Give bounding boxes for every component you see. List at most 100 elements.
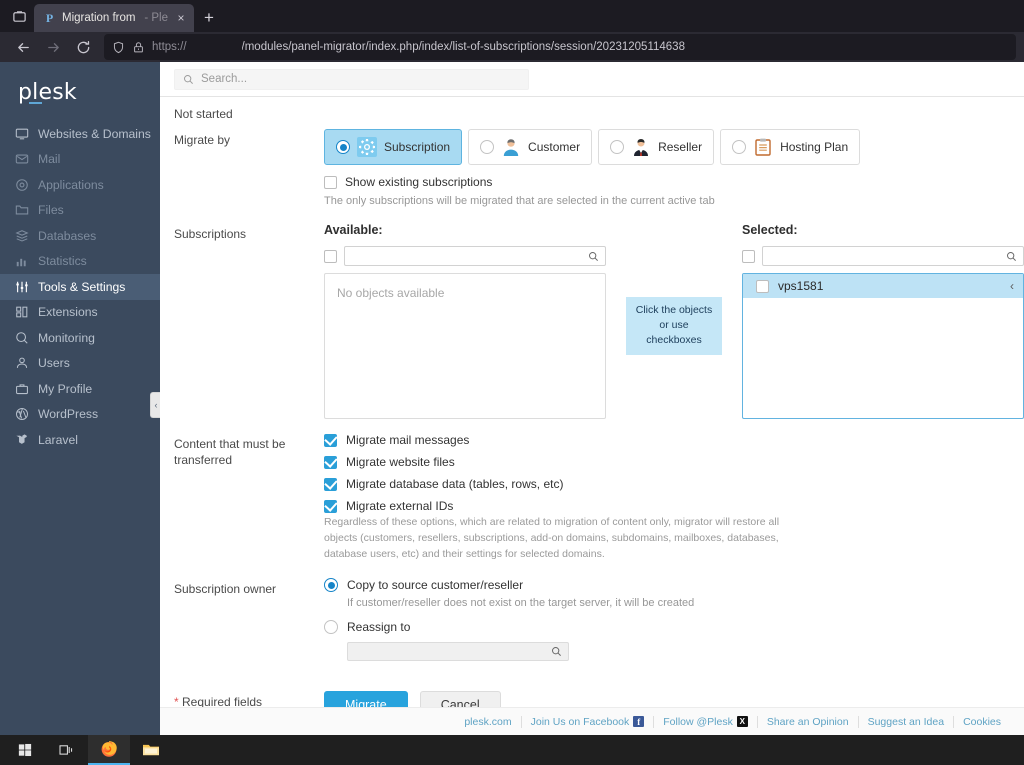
url-bar[interactable]: https:// /modules/panel-migrator/index.p… bbox=[104, 34, 1016, 60]
sidebar-item-tools-settings[interactable]: Tools & Settings bbox=[0, 274, 160, 300]
tooltip-line: checkboxes bbox=[646, 334, 702, 347]
content-option-website-files[interactable]: Migrate website files bbox=[324, 455, 1024, 469]
content-option-database[interactable]: Migrate database data (tables, rows, etc… bbox=[324, 477, 1024, 491]
back-button[interactable] bbox=[8, 34, 38, 60]
owner-option-reassign[interactable]: Reassign to bbox=[324, 620, 1024, 635]
browser-window: P Migration from - Ple × + https:// /mod… bbox=[0, 0, 1024, 765]
sidebar-item-websites-domains[interactable]: Websites & Domains bbox=[0, 121, 160, 147]
search-icon bbox=[589, 251, 598, 261]
available-panel: Available: No objects available bbox=[324, 223, 606, 419]
search-input[interactable]: Search... bbox=[174, 68, 529, 90]
radio-icon bbox=[324, 620, 338, 635]
sidebar-item-label: Extensions bbox=[38, 305, 98, 320]
footer-link-share-opinion[interactable]: Share an Opinion bbox=[756, 715, 858, 728]
owner-option-copy[interactable]: Copy to source customer/reseller bbox=[324, 578, 1024, 593]
migrate-by-reseller[interactable]: Reseller bbox=[598, 129, 715, 165]
link-label: Suggest an Idea bbox=[867, 715, 945, 728]
cancel-button[interactable]: Cancel bbox=[419, 691, 501, 707]
item-label: vps1581 bbox=[778, 279, 824, 293]
available-search-input[interactable] bbox=[344, 246, 606, 266]
chevron-left-icon[interactable]: ‹ bbox=[1010, 279, 1014, 293]
radio-icon bbox=[336, 140, 350, 154]
sidebar-item-label: WordPress bbox=[38, 407, 99, 422]
option-label: Migrate mail messages bbox=[346, 433, 470, 447]
migrate-by-subscription[interactable]: Subscription bbox=[324, 129, 463, 165]
footer-link-cookies[interactable]: Cookies bbox=[953, 715, 1010, 728]
task-view-button[interactable] bbox=[46, 735, 88, 765]
briefcase-icon bbox=[14, 381, 29, 396]
item-checkbox[interactable] bbox=[756, 279, 769, 293]
sidebar-item-extensions[interactable]: Extensions bbox=[0, 300, 160, 326]
content-option-mail[interactable]: Migrate mail messages bbox=[324, 433, 1024, 447]
file-explorer-button[interactable] bbox=[130, 735, 172, 765]
sidebar-item-mail[interactable]: Mail bbox=[0, 147, 160, 173]
wordpress-icon bbox=[14, 407, 29, 422]
sidebar-item-label: My Profile bbox=[38, 381, 93, 396]
select-all-selected-checkbox[interactable] bbox=[742, 249, 755, 263]
page-scroll-area[interactable]: Not started Migrate by Subscription Cust… bbox=[160, 97, 1024, 707]
sidebar: plesk Websites & Domains Mail Applicatio… bbox=[0, 62, 161, 735]
sidebar-item-users[interactable]: Users bbox=[0, 351, 160, 377]
checkbox-icon bbox=[324, 175, 337, 189]
chevron-left-icon: ‹ bbox=[154, 400, 158, 410]
footer-link-plesk-com[interactable]: plesk.com bbox=[455, 716, 520, 728]
browser-tabstrip: P Migration from - Ple × + bbox=[0, 0, 1024, 32]
new-tab-button[interactable]: + bbox=[194, 4, 224, 32]
windows-logo-icon bbox=[18, 743, 32, 757]
sidebar-item-databases[interactable]: Databases bbox=[0, 223, 160, 249]
close-icon[interactable]: × bbox=[174, 11, 188, 25]
checkbox-icon bbox=[324, 455, 337, 469]
sliders-icon bbox=[14, 279, 29, 294]
migrate-button[interactable]: Migrate bbox=[324, 691, 408, 707]
sidebar-item-files[interactable]: Files bbox=[0, 198, 160, 224]
magnifier-gauge-icon bbox=[14, 330, 29, 345]
forward-button[interactable] bbox=[38, 34, 68, 60]
lock-warning-icon bbox=[134, 41, 143, 52]
migrate-by-row: Migrate by Subscription Customer Reselle… bbox=[160, 129, 1024, 207]
sidebar-item-my-profile[interactable]: My Profile bbox=[0, 376, 160, 402]
firefox-view-button[interactable] bbox=[4, 0, 34, 32]
start-button[interactable] bbox=[4, 735, 46, 765]
sidebar-item-monitoring[interactable]: Monitoring bbox=[0, 325, 160, 351]
available-list[interactable]: No objects available bbox=[324, 273, 606, 419]
migrate-by-options: Subscription Customer Reseller Hosting P… bbox=[324, 129, 1024, 165]
option-label: Reassign to bbox=[347, 620, 411, 635]
sidebar-item-label: Files bbox=[38, 203, 64, 218]
sidebar-item-wordpress[interactable]: WordPress bbox=[0, 402, 160, 428]
sidebar-item-statistics[interactable]: Statistics bbox=[0, 249, 160, 275]
selected-search-input[interactable] bbox=[762, 246, 1024, 266]
page-viewport: plesk Websites & Domains Mail Applicatio… bbox=[0, 62, 1024, 735]
search-icon bbox=[1007, 251, 1016, 261]
envelope-icon bbox=[14, 152, 29, 167]
content-option-external-ids[interactable]: Migrate external IDs bbox=[324, 499, 1024, 513]
reload-button[interactable] bbox=[68, 34, 98, 60]
migrate-by-hosting-plan[interactable]: Hosting Plan bbox=[720, 129, 861, 165]
link-label: Share an Opinion bbox=[766, 715, 849, 728]
selected-search-row bbox=[742, 246, 1024, 266]
reassign-to-input[interactable] bbox=[347, 642, 569, 662]
footer-link-facebook[interactable]: Join Us on Facebook f bbox=[520, 715, 654, 728]
select-all-available-checkbox[interactable] bbox=[324, 249, 337, 263]
footer-link-twitter[interactable]: Follow @Plesk X bbox=[653, 715, 757, 728]
plesk-logo[interactable]: plesk bbox=[0, 66, 160, 121]
browser-tab[interactable]: P Migration from - Ple × bbox=[34, 4, 194, 32]
sidebar-item-label: Monitoring bbox=[38, 330, 95, 345]
search-icon bbox=[552, 647, 561, 657]
page-footer: plesk.com Join Us on Facebook f Follow @P… bbox=[160, 707, 1024, 735]
tab-title: Migration from bbox=[62, 12, 136, 24]
firefox-icon bbox=[101, 741, 117, 757]
firefox-button[interactable] bbox=[88, 735, 130, 765]
sidebar-item-laravel[interactable]: Laravel bbox=[0, 427, 160, 453]
logo-text: plesk bbox=[18, 80, 77, 105]
show-existing-subscriptions-row[interactable]: Show existing subscriptions bbox=[324, 175, 1024, 189]
dual-list-tooltip: Click the objects or use checkboxes bbox=[626, 297, 722, 355]
list-item[interactable]: vps1581 ‹ bbox=[743, 274, 1023, 298]
url-path: /modules/panel-migrator/index.php/index/… bbox=[241, 41, 685, 53]
sidebar-item-applications[interactable]: Applications bbox=[0, 172, 160, 198]
actions-row: * Required fields Migrate Cancel bbox=[160, 691, 1024, 707]
sidebar-item-label: Statistics bbox=[38, 254, 87, 269]
migrate-by-customer[interactable]: Customer bbox=[468, 129, 593, 165]
footer-link-suggest-idea[interactable]: Suggest an Idea bbox=[857, 715, 953, 728]
selected-list[interactable]: vps1581 ‹ bbox=[742, 273, 1024, 419]
option-label: Migrate database data (tables, rows, etc… bbox=[346, 477, 564, 491]
